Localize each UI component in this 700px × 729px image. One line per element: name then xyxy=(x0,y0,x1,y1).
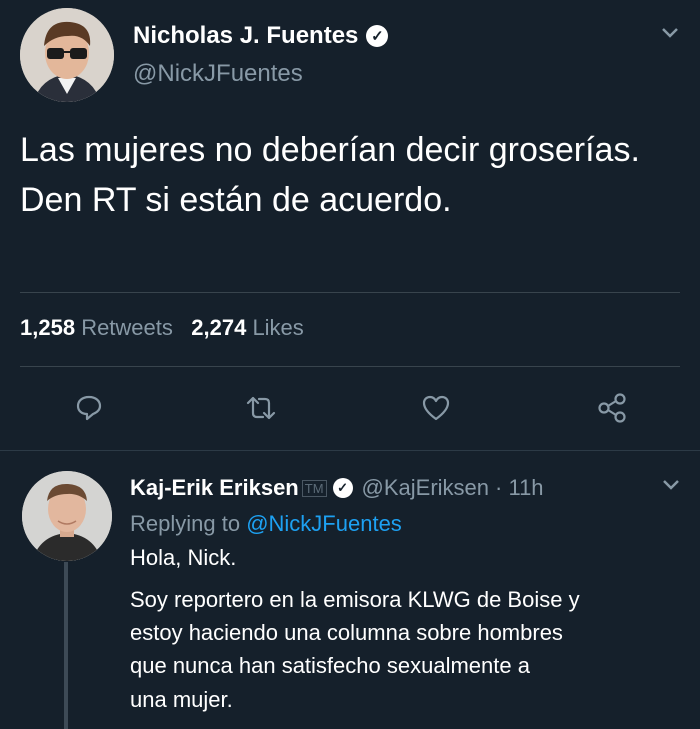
reply-button[interactable] xyxy=(69,388,109,428)
reply-text-line: que nunca han satisfecho sexualmente a xyxy=(130,653,530,678)
like-button[interactable] xyxy=(416,388,456,428)
avatar[interactable] xyxy=(20,8,114,102)
replying-to-handle[interactable]: @NickJFuentes xyxy=(246,511,402,536)
engagement-stats: 1,258 Retweets 2,274 Likes xyxy=(20,315,304,341)
reply-text-line: Soy reportero en la emisora KLWG de Bois… xyxy=(130,587,580,612)
share-button[interactable] xyxy=(592,388,632,428)
main-tweet: Nicholas J. Fuentes ✓ @NickJFuentes Las … xyxy=(0,0,700,450)
retweet-icon xyxy=(246,396,276,420)
reply-icon xyxy=(76,395,102,421)
profile-photo xyxy=(20,8,114,102)
reply-text-line: Hola, Nick. xyxy=(130,545,237,570)
retweets-label[interactable]: Retweets xyxy=(81,315,173,340)
divider xyxy=(20,366,680,367)
replying-to-label: Replying to xyxy=(130,511,241,536)
reply-text-line: estoy haciendo una columna sobre hombres xyxy=(130,620,563,645)
reply-text-line: una mujer. xyxy=(130,687,233,712)
replying-to-line: Replying to @NickJFuentes xyxy=(130,508,402,540)
tweet-text-line-1: Las mujeres no deberían decir groserías. xyxy=(20,131,640,169)
tweet-text-line-2: Den RT si están de acuerdo. xyxy=(20,181,452,219)
reply-author-row: Kaj-Erik Eriksen TM ✓ @KajEriksen · 11h xyxy=(130,475,544,501)
author-handle[interactable]: @NickJFuentes xyxy=(133,60,303,88)
chevron-down-icon[interactable] xyxy=(661,478,681,492)
likes-label[interactable]: Likes xyxy=(252,315,303,340)
author-name-row: Nicholas J. Fuentes ✓ xyxy=(133,22,389,50)
thread-line xyxy=(64,562,68,729)
reply-author-name[interactable]: Kaj-Erik Eriksen xyxy=(130,475,299,501)
like-icon xyxy=(422,395,450,421)
reply-timestamp[interactable]: · 11h xyxy=(495,475,544,501)
share-icon xyxy=(598,393,626,423)
retweets-count[interactable]: 1,258 xyxy=(20,315,75,340)
reply-author-handle[interactable]: @KajEriksen xyxy=(362,475,490,501)
profile-photo xyxy=(22,471,112,561)
verified-badge-icon: ✓ xyxy=(332,478,353,498)
divider xyxy=(20,292,680,293)
author-name[interactable]: Nicholas J. Fuentes xyxy=(133,22,358,50)
chevron-down-icon[interactable] xyxy=(660,26,680,40)
verified-badge-icon: ✓ xyxy=(366,25,389,47)
divider xyxy=(0,450,700,451)
retweet-button[interactable] xyxy=(241,388,281,428)
trademark-label: TM xyxy=(301,479,327,497)
likes-count[interactable]: 2,274 xyxy=(191,315,246,340)
reply-avatar[interactable] xyxy=(22,471,112,561)
